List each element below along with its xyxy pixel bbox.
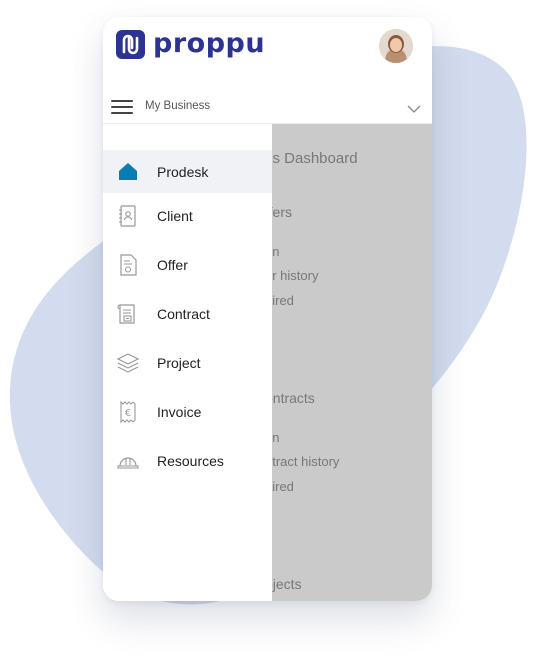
- logo-text: proppu: [153, 28, 266, 59]
- hard-hat-icon: [117, 457, 139, 469]
- proppu-logo-icon: [116, 30, 145, 59]
- menu-item-contract[interactable]: Contract: [103, 292, 272, 335]
- business-name: My Business: [145, 100, 211, 112]
- svg-text:€: €: [125, 408, 131, 419]
- phone-frame: ss Dashboard ffers en er history pired o…: [103, 17, 432, 601]
- business-selector[interactable]: My Business: [103, 75, 432, 124]
- home-icon: [119, 163, 137, 180]
- hamburger-menu-icon[interactable]: [111, 100, 133, 116]
- user-avatar[interactable]: [379, 29, 413, 63]
- menu-item-label: Resources: [157, 453, 224, 469]
- app-header: proppu: [103, 17, 432, 75]
- menu-item-label: Client: [157, 208, 193, 224]
- euro-receipt-icon: €: [120, 400, 136, 424]
- menu-item-label: Offer: [157, 257, 188, 273]
- menu-item-resources[interactable]: Resources: [103, 439, 272, 482]
- document-icon: [120, 254, 137, 276]
- menu-item-invoice[interactable]: € Invoice: [103, 390, 272, 433]
- menu-item-prodesk[interactable]: Prodesk: [103, 150, 272, 193]
- menu-item-client[interactable]: Client: [103, 194, 272, 237]
- menu-item-label: Contract: [157, 306, 210, 322]
- menu-item-label: Project: [157, 355, 201, 371]
- menu-item-label: Invoice: [157, 404, 202, 420]
- drawer-overlay[interactable]: [272, 124, 432, 601]
- contact-book-icon: [119, 205, 136, 227]
- layers-icon: [116, 353, 140, 373]
- contract-icon: [117, 304, 135, 324]
- menu-item-label: Prodesk: [157, 164, 209, 180]
- menu-item-project[interactable]: Project: [103, 341, 272, 384]
- side-drawer: Prodesk Client Offer Contract Project € …: [103, 124, 272, 601]
- chevron-down-icon[interactable]: [407, 105, 421, 114]
- menu-item-offer[interactable]: Offer: [103, 243, 272, 286]
